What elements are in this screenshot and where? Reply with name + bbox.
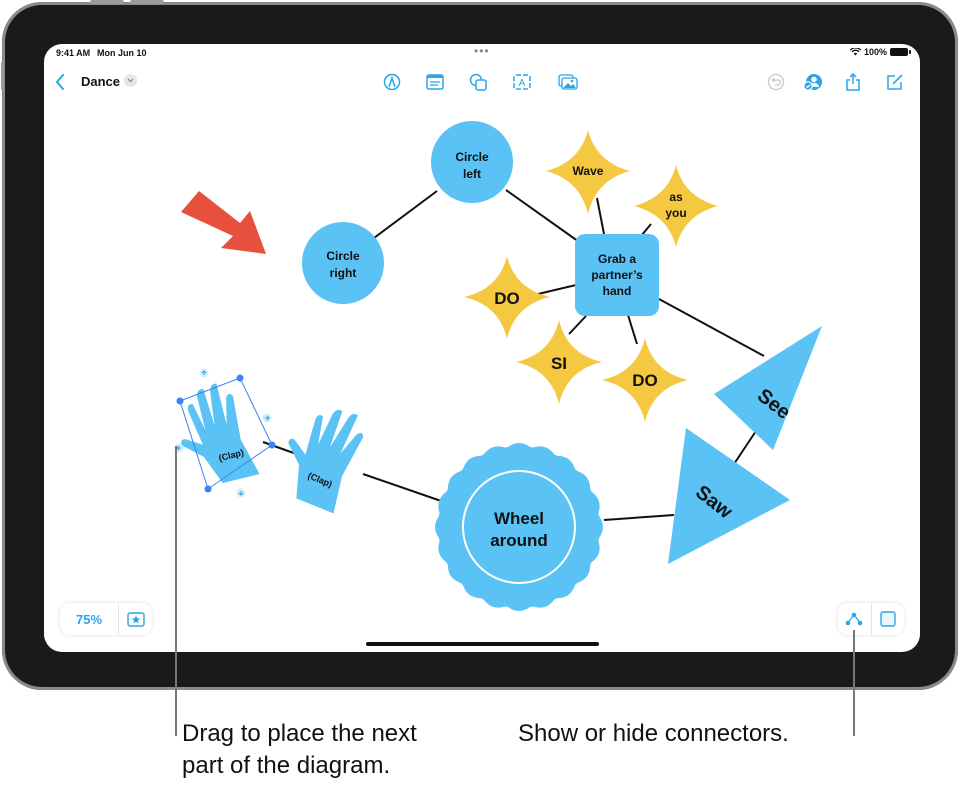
favorites-button[interactable]	[119, 603, 152, 635]
as-you-label-2: you	[665, 206, 686, 220]
grab-partners-hand-node[interactable]: Grab a partner’s hand	[575, 234, 659, 316]
callout-line-right	[853, 630, 855, 736]
add-connection-arrow[interactable]	[236, 488, 246, 498]
circle-left-label-1: Circle	[455, 150, 489, 164]
add-connection-arrow[interactable]	[199, 368, 209, 378]
grab-label-2: partner’s	[591, 268, 643, 282]
side-button	[1, 62, 4, 90]
si-label: SI	[551, 354, 567, 373]
grab-label-3: hand	[603, 284, 632, 298]
connector[interactable]	[627, 314, 638, 345]
do-node-1[interactable]: DO	[464, 256, 550, 339]
connector-controls	[838, 603, 904, 635]
circle-left-label-2: left	[463, 167, 481, 181]
callout-left-line-1: Drag to place the next	[182, 720, 417, 747]
callout-drag-to-place: Drag to place the next part of the diagr…	[182, 718, 417, 782]
wave-node[interactable]: Wave	[546, 130, 630, 214]
do-node-2[interactable]: DO	[602, 338, 688, 422]
star-icon	[126, 611, 145, 627]
clap-hand-node[interactable]: (Clap)	[270, 395, 371, 514]
home-indicator[interactable]	[366, 642, 599, 646]
connector[interactable]	[658, 298, 765, 357]
si-node[interactable]: SI	[516, 320, 602, 404]
do-label-1: DO	[494, 289, 520, 308]
connector[interactable]	[505, 189, 583, 245]
volume-button	[90, 0, 124, 4]
zoom-control: 75%	[60, 603, 152, 635]
red-arrow-shape[interactable]	[181, 191, 266, 254]
grid-icon	[880, 611, 896, 627]
wheel-label-2: around	[490, 531, 548, 550]
do-label-2: DO	[632, 371, 658, 390]
circle-right-node[interactable]: Circle right	[302, 222, 384, 304]
connector[interactable]	[596, 197, 605, 235]
grid-button[interactable]	[872, 603, 905, 635]
ipad-frame: 9:41 AM Mon Jun 10 ••• 100% Dance A Circ…	[1, 0, 958, 690]
zoom-level-button[interactable]: 75%	[60, 612, 118, 627]
callout-show-hide-connectors: Show or hide connectors.	[518, 720, 789, 747]
connector[interactable]	[373, 190, 438, 239]
volume-button	[130, 0, 164, 4]
grab-label-1: Grab a	[598, 252, 636, 266]
clap-hand-node-selected[interactable]: (Clap)	[169, 378, 260, 490]
circle-left-node[interactable]: Circle left	[431, 121, 513, 203]
callout-left-line-2: part of the diagram.	[182, 752, 391, 779]
add-connection-arrow[interactable]	[262, 413, 272, 423]
circle-right-label-1: Circle	[326, 249, 360, 263]
connector-icon	[845, 612, 863, 626]
as-you-label-1: as	[669, 190, 683, 204]
connector[interactable]	[568, 315, 587, 335]
circle-right-label-2: right	[330, 266, 357, 280]
connector[interactable]	[537, 284, 577, 295]
wheel-around-node[interactable]: Wheel around	[435, 443, 603, 611]
wave-label: Wave	[573, 164, 604, 178]
connector[interactable]	[603, 514, 675, 521]
see-node[interactable]: See	[714, 326, 822, 450]
wheel-label-1: Wheel	[494, 509, 544, 528]
callout-line-left	[175, 446, 177, 736]
connector[interactable]	[362, 473, 445, 503]
